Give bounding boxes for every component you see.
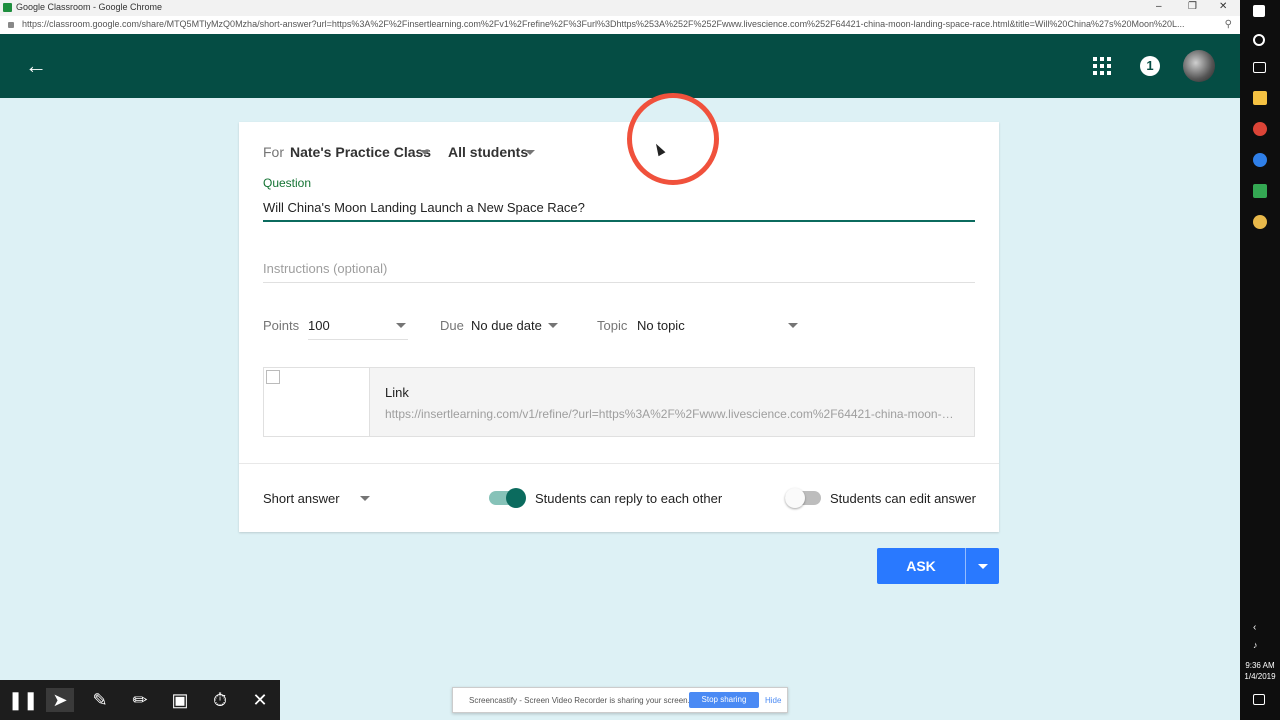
close-window-icon[interactable]: ✕ bbox=[1219, 1, 1227, 12]
link-url: https://insertlearning.com/v1/refine/?ur… bbox=[385, 407, 955, 421]
file-explorer-icon[interactable] bbox=[1253, 91, 1267, 105]
link-title: Link bbox=[385, 385, 409, 400]
question-type-chevron-down-icon[interactable] bbox=[360, 496, 370, 501]
points-input[interactable]: 100 bbox=[308, 318, 330, 333]
close-toolbar-icon[interactable]: ✕ bbox=[248, 688, 272, 712]
ask-button[interactable]: ASK bbox=[877, 548, 965, 584]
stop-sharing-button[interactable]: Stop sharing bbox=[689, 692, 759, 708]
task-view-icon[interactable] bbox=[1253, 62, 1266, 73]
zoom-icon[interactable]: ⚲ bbox=[1225, 19, 1232, 30]
pen-icon[interactable]: ✎ bbox=[88, 688, 112, 712]
avatar[interactable] bbox=[1183, 50, 1215, 82]
cursor-highlight-ring bbox=[627, 93, 719, 185]
window-title: Google Classroom - Google Chrome bbox=[16, 2, 163, 12]
divider bbox=[239, 463, 999, 464]
pause-icon[interactable]: ❚❚ bbox=[8, 688, 38, 712]
ask-chevron-down-icon bbox=[978, 564, 988, 569]
question-label: Question bbox=[263, 176, 312, 190]
students-chevron-down-icon[interactable] bbox=[525, 150, 535, 155]
question-input[interactable]: Will China's Moon Landing Launch a New S… bbox=[263, 200, 585, 215]
instructions-input[interactable]: Instructions (optional) bbox=[263, 261, 387, 276]
link-attachment[interactable]: Link https://insertlearning.com/v1/refin… bbox=[263, 367, 975, 437]
timer-icon[interactable]: ⏱ bbox=[208, 688, 232, 712]
url-text[interactable]: https://classroom.google.com/share/MTQ5M… bbox=[22, 19, 1212, 29]
highlighter-icon[interactable]: ✏ bbox=[128, 688, 152, 712]
topic-label: Topic bbox=[597, 318, 628, 333]
for-label: For bbox=[263, 144, 284, 160]
topic-selector[interactable]: No topic bbox=[637, 318, 685, 333]
due-selector[interactable]: No due date bbox=[471, 318, 542, 333]
camera-icon[interactable]: ▣ bbox=[168, 688, 192, 712]
windows-start-icon[interactable] bbox=[1253, 5, 1265, 17]
link-thumbnail bbox=[264, 368, 370, 436]
pointer-icon[interactable]: ➤ bbox=[46, 688, 74, 712]
class-chevron-down-icon[interactable] bbox=[420, 150, 430, 155]
windows-taskbar: ‹ ♪ 9:36 AM 1/4/2019 bbox=[1240, 0, 1280, 720]
reply-toggle-knob bbox=[506, 488, 526, 508]
screen-share-banner: Screencastify - Screen Video Recorder is… bbox=[452, 687, 788, 713]
reply-toggle[interactable] bbox=[489, 488, 526, 508]
reply-toggle-label: Students can reply to each other bbox=[535, 491, 723, 506]
instructions-underline bbox=[263, 282, 975, 283]
points-chevron-down-icon[interactable] bbox=[396, 323, 406, 328]
search-icon[interactable] bbox=[1253, 34, 1265, 46]
points-label: Points bbox=[263, 318, 300, 333]
edit-toggle-knob bbox=[785, 488, 805, 508]
restore-icon[interactable]: ❐ bbox=[1188, 1, 1197, 12]
question-type-selector[interactable]: Short answer bbox=[263, 491, 340, 506]
clock-time: 9:36 AM bbox=[1245, 661, 1275, 670]
class-selector[interactable]: Nate's Practice Class bbox=[290, 144, 431, 160]
edit-toggle[interactable] bbox=[785, 488, 821, 508]
back-arrow-icon[interactable]: ← bbox=[24, 54, 48, 78]
broken-image-icon bbox=[266, 370, 280, 384]
ask-menu-button[interactable] bbox=[965, 548, 999, 584]
app-icon-blue[interactable] bbox=[1253, 153, 1267, 167]
question-form-card: For Nate's Practice Class All students Q… bbox=[239, 122, 999, 532]
minimize-icon[interactable]: – bbox=[1156, 1, 1162, 12]
browser-titlebar: Google Classroom - Google Chrome – ❐ ✕ bbox=[0, 0, 1240, 16]
recording-toolbar: ❚❚ ➤ ✎ ✏ ▣ ⏱ ✕ bbox=[0, 680, 280, 720]
hide-link[interactable]: Hide bbox=[765, 696, 781, 705]
due-label: Due bbox=[440, 318, 464, 333]
app-icon-green[interactable] bbox=[1253, 184, 1267, 198]
google-apps-icon[interactable] bbox=[1093, 57, 1111, 75]
classroom-favicon-icon bbox=[3, 3, 12, 12]
question-underline bbox=[263, 220, 975, 222]
points-underline bbox=[308, 339, 408, 340]
students-selector[interactable]: All students bbox=[448, 144, 528, 160]
taskbar-clock[interactable]: 9:36 AM 1/4/2019 bbox=[1240, 660, 1280, 682]
app-icon-yellow[interactable] bbox=[1253, 215, 1267, 229]
chevron-up-icon[interactable]: ‹ bbox=[1253, 622, 1267, 636]
volume-icon[interactable]: ♪ bbox=[1253, 640, 1267, 654]
due-chevron-down-icon[interactable] bbox=[548, 323, 558, 328]
chrome-icon[interactable] bbox=[1253, 122, 1267, 136]
address-bar[interactable]: https://classroom.google.com/share/MTQ5M… bbox=[0, 16, 1240, 35]
app-header: ← 1 bbox=[0, 34, 1240, 98]
notification-badge[interactable]: 1 bbox=[1140, 56, 1160, 76]
clock-date: 1/4/2019 bbox=[1244, 672, 1276, 681]
topic-chevron-down-icon[interactable] bbox=[788, 323, 798, 328]
edit-toggle-label: Students can edit answer bbox=[830, 491, 976, 506]
share-message: Screencastify - Screen Video Recorder is… bbox=[469, 696, 690, 705]
lock-icon bbox=[8, 22, 14, 28]
action-center-icon[interactable] bbox=[1253, 694, 1265, 705]
